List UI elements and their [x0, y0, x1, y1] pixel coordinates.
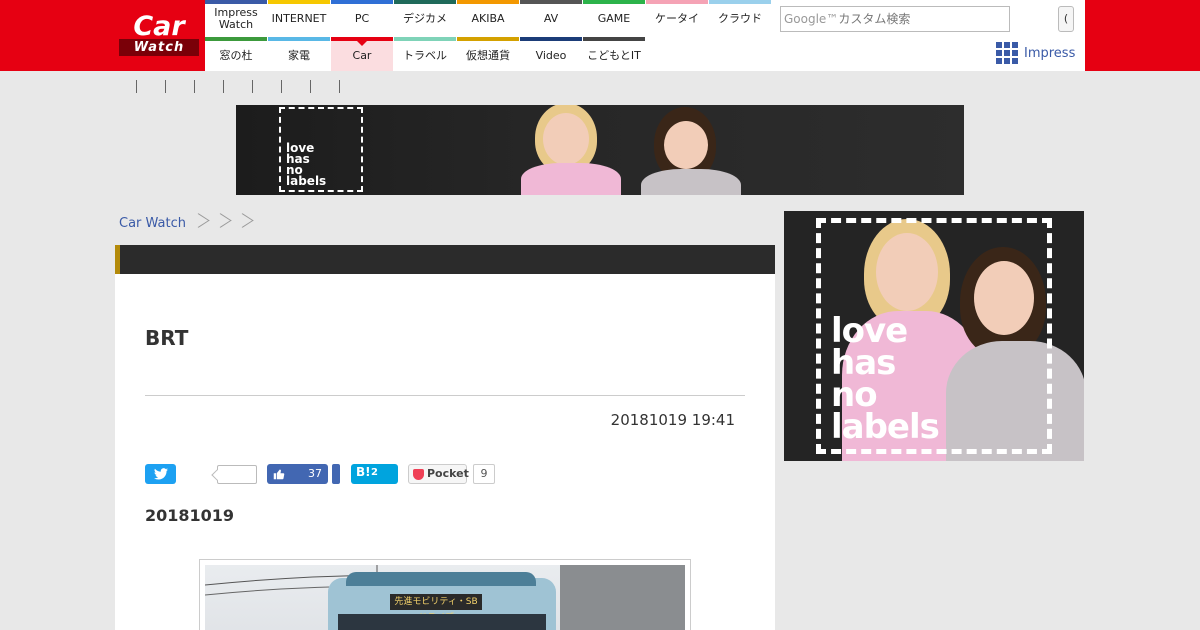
chevron-right-icon: [236, 210, 248, 236]
nav-item-家電[interactable]: 家電: [268, 37, 330, 71]
building-graphic: [560, 565, 685, 630]
impress-link[interactable]: Impress: [996, 42, 1075, 64]
nav-item-デジカメ[interactable]: デジカメ: [394, 0, 456, 34]
search-input[interactable]: Google™カスタム検索: [780, 6, 1010, 32]
subnav-divider: [310, 80, 311, 93]
bus-photo: 先進モビリティ・SBドライブ: [205, 565, 685, 630]
nav-item-car[interactable]: Car: [331, 37, 393, 71]
subnav-divider: [281, 80, 282, 93]
twitter-bird-icon: [154, 468, 168, 480]
site-header: Car Watch Impress Watch INTERNET PC デジカメ AKI…: [0, 0, 1200, 71]
nav-item-窓の杜[interactable]: 窓の杜: [205, 37, 267, 71]
subnav-divider: [223, 80, 224, 93]
article-body: BRT 20181019 19:41 37 B! 2 Pocket 9 2018…: [115, 274, 775, 630]
nav-item-こどもとit[interactable]: こどもとIT: [583, 37, 645, 71]
subnav-divider: [136, 80, 137, 93]
title-divider: [145, 395, 745, 396]
breadcrumb-home[interactable]: Car Watch: [119, 216, 186, 231]
nav-item-av[interactable]: AV: [520, 0, 582, 34]
bus-destination-sign: 先進モビリティ・SBドライブ: [390, 594, 482, 623]
ad-logo-text: love has no labels: [286, 141, 327, 188]
nav-item-トラベル[interactable]: トラベル: [394, 37, 456, 71]
subnav-divider: [339, 80, 340, 93]
pocket-icon: [413, 469, 424, 480]
subnav-divider: [165, 80, 166, 93]
ad-logo-frame: love has no labels: [279, 107, 363, 192]
ad-side-rectangle[interactable]: love has no labels: [784, 211, 1084, 461]
bus-graphic: 先進モビリティ・SBドライブ: [328, 572, 556, 630]
nav-item-pc[interactable]: PC: [331, 0, 393, 34]
nav-item-ケータイ[interactable]: ケータイ: [646, 0, 708, 34]
pocket-button[interactable]: Pocket: [408, 464, 469, 484]
network-site-nav: Impress Watch INTERNET PC デジカメ AKIBA AV GAME ケー…: [205, 0, 771, 71]
subnav-divider: [194, 80, 195, 93]
hatena-bookmark-button[interactable]: B! 2: [351, 464, 398, 484]
search-button[interactable]: (: [1058, 6, 1074, 32]
ad-banner-top[interactable]: love has no labels: [236, 105, 964, 195]
car-watch-logo[interactable]: Car Watch: [119, 13, 199, 57]
chevron-right-icon: [214, 210, 226, 236]
logo-text-watch: Watch: [119, 39, 199, 56]
ad-logo-text: love has no labels: [831, 311, 940, 447]
category-bar: [115, 245, 775, 274]
logo-text-car: Car: [133, 11, 185, 42]
subnav-divider: [252, 80, 253, 93]
nav-item-仮想通貨[interactable]: 仮想通貨: [457, 37, 519, 71]
article-photo[interactable]: 先進モビリティ・SBドライブ: [199, 559, 691, 630]
nav-item-akiba[interactable]: AKIBA: [457, 0, 519, 34]
page-title: BRT: [145, 326, 189, 350]
hatena-label: B!: [356, 465, 371, 479]
grid-icon: [996, 42, 1018, 64]
facebook-count: 37: [308, 467, 322, 480]
hatena-count: 2: [371, 467, 378, 478]
ad-girl-left: [511, 105, 631, 195]
pocket-label: Pocket: [427, 467, 469, 480]
facebook-share-button[interactable]: [332, 464, 340, 484]
facebook-like-button[interactable]: 37: [267, 464, 328, 484]
pocket-count: 9: [473, 464, 495, 484]
nav-item-game[interactable]: GAME: [583, 0, 645, 34]
article-subhead: 20181019: [145, 506, 235, 525]
search-placeholder: カスタム検索: [838, 12, 911, 26]
nav-item-video[interactable]: Video: [520, 37, 582, 71]
nav-item-internet[interactable]: INTERNET: [268, 0, 330, 34]
nav-item-クラウド[interactable]: クラウド: [709, 0, 771, 34]
ad-girl-right: [636, 105, 746, 195]
nav-item-impress-watch[interactable]: Impress Watch: [205, 0, 267, 34]
publish-date: 20181019 19:41: [610, 411, 735, 429]
header-right-brand-area: [1085, 0, 1200, 71]
thumbs-up-icon: [273, 469, 285, 480]
impress-label: Impress: [1024, 45, 1076, 61]
twitter-share-button[interactable]: [145, 464, 176, 484]
chevron-right-icon: [192, 210, 204, 236]
google-label: Google™: [784, 12, 839, 26]
breadcrumb: Car Watch: [119, 210, 252, 236]
ad-logo-frame: love has no labels: [816, 218, 1052, 454]
twitter-count-box: [217, 465, 257, 484]
